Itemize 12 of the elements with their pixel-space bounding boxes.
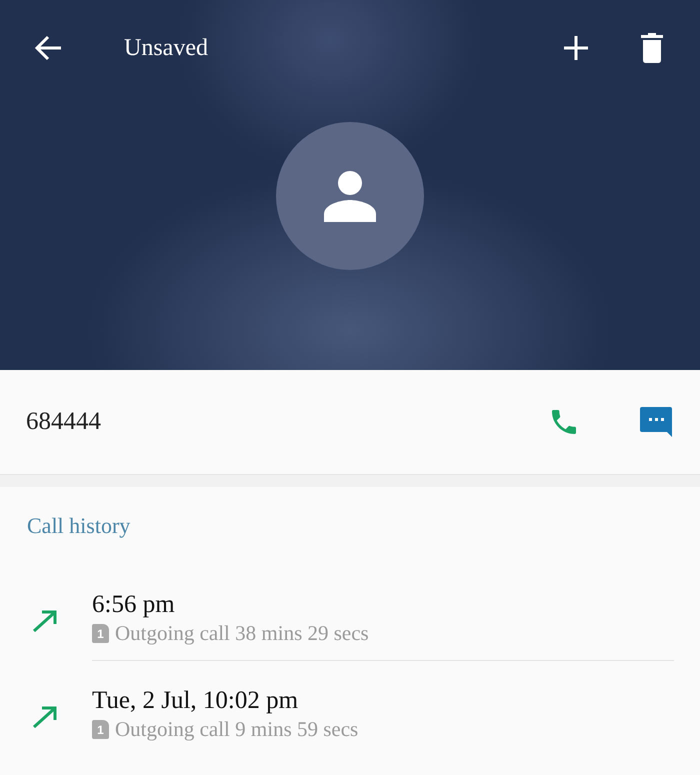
phone-number: 684444: [26, 408, 102, 436]
call-detail: Outgoing call 9 mins 59 secs: [115, 717, 358, 742]
call-detail: Outgoing call 38 mins 29 secs: [115, 621, 369, 646]
section-heading: Call history: [27, 513, 132, 539]
sim-icon: 1: [92, 624, 109, 643]
person-icon: [324, 170, 376, 222]
call-time: 6:56 pm: [92, 591, 176, 619]
outgoing-arrow-icon: [32, 705, 58, 729]
call-time: Tue, 2 Jul, 10:02 pm: [92, 687, 300, 715]
contact-title: Unsaved: [124, 34, 209, 62]
sim-icon: 1: [92, 720, 109, 739]
outgoing-arrow-icon: [32, 609, 58, 633]
